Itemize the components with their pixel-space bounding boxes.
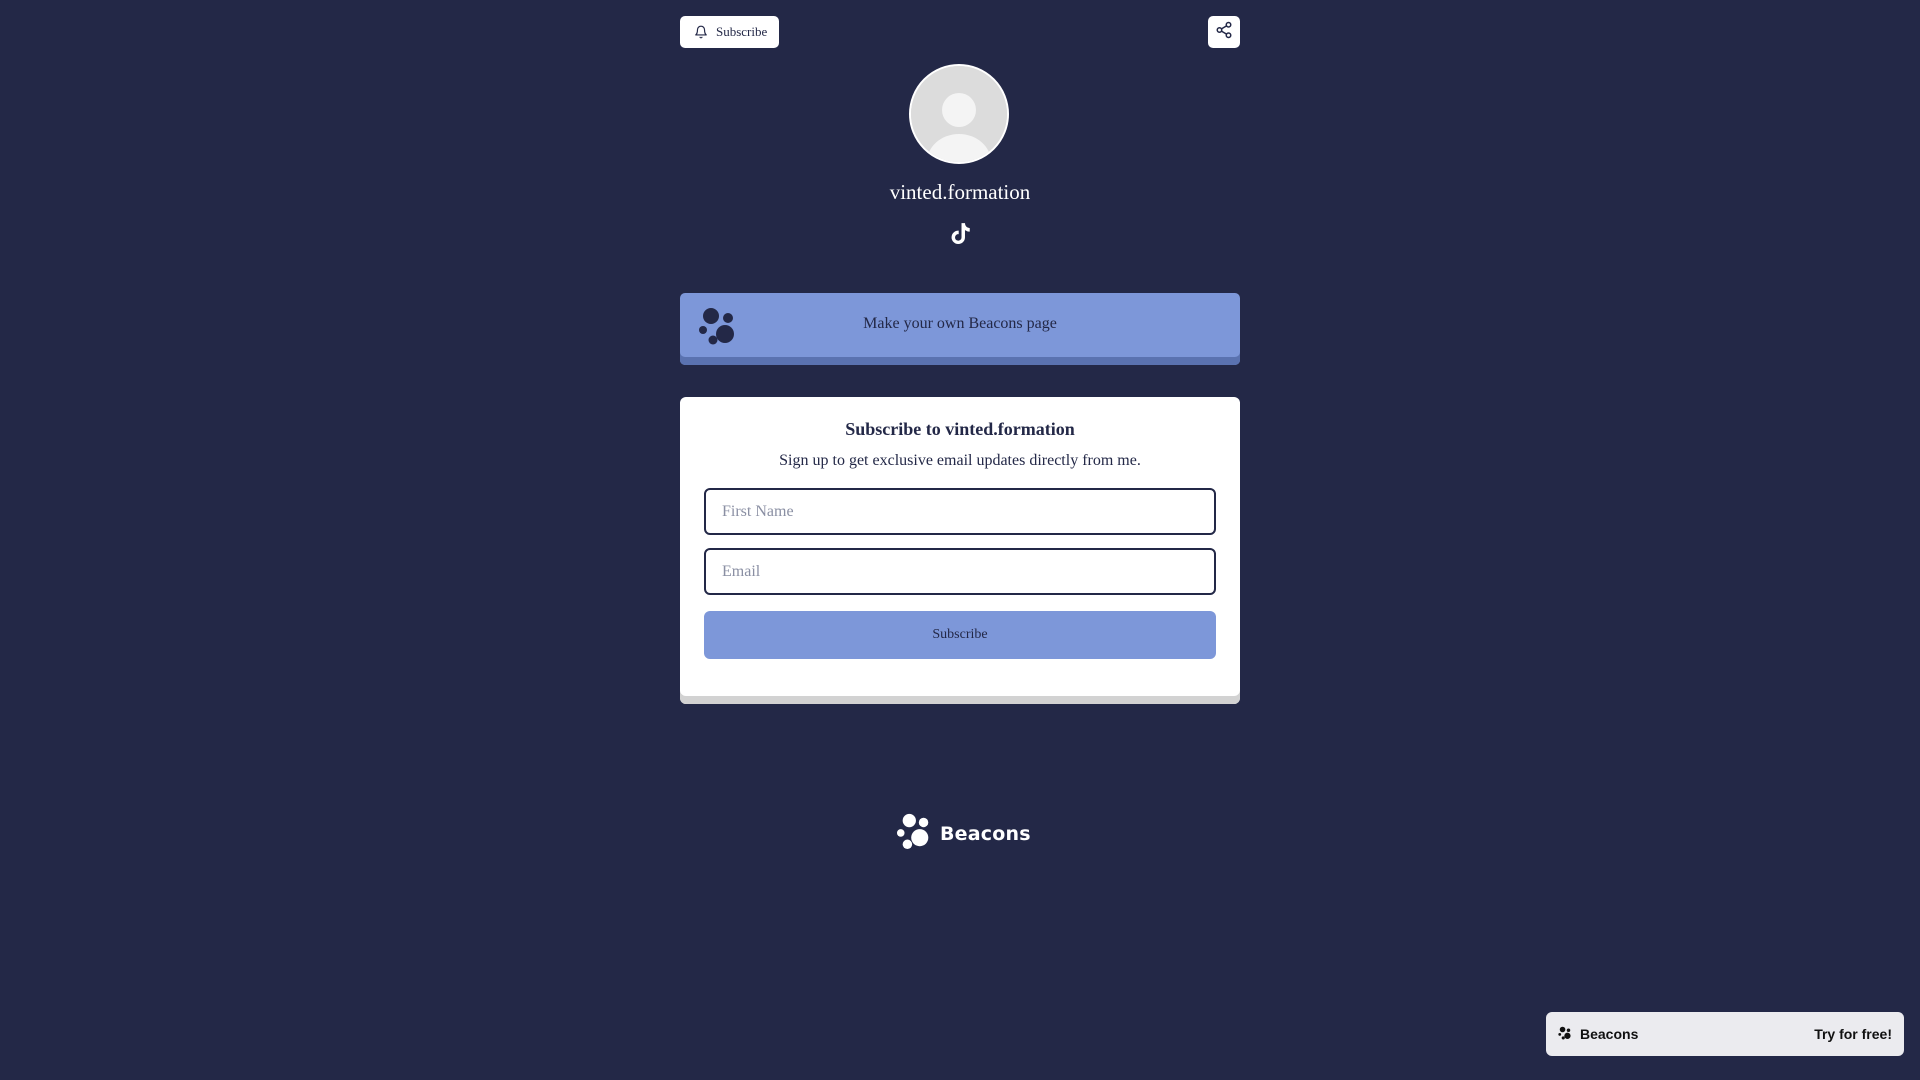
profile-username: vinted.formation: [889, 180, 1031, 204]
page: Subscribe vinted.formation Make your own…: [0, 0, 1920, 1080]
make-beacons-page-button[interactable]: Make your own Beacons page: [680, 293, 1240, 365]
footer-brand-name: Beacons: [940, 822, 1031, 845]
footer-beacons-logo[interactable]: Beacons: [896, 812, 1031, 855]
try-for-free-link[interactable]: Try for free!: [1814, 1026, 1892, 1042]
avatar: [909, 64, 1009, 164]
subscribe-submit-button[interactable]: Subscribe: [704, 611, 1216, 659]
bell-icon: [694, 25, 708, 39]
subscribe-card-description: Sign up to get exclusive email updates d…: [779, 452, 1141, 469]
header-subscribe-label: Subscribe: [716, 24, 768, 39]
email-input[interactable]: [704, 548, 1216, 595]
subscribe-card: Subscribe to vinted.formation Sign up to…: [680, 397, 1240, 704]
promo-brand-label: Beacons: [1580, 1026, 1639, 1042]
subscribe-card-title: Subscribe to vinted.formation: [845, 419, 1075, 439]
beacons-promo-bar[interactable]: Beacons Try for free!: [1546, 1012, 1904, 1056]
tiktok-icon[interactable]: [947, 220, 973, 248]
share-icon: [1215, 21, 1233, 44]
beacons-logo-icon: [1558, 1026, 1572, 1043]
make-beacons-page-label: Make your own Beacons page: [863, 315, 1057, 332]
promo-brand: Beacons: [1558, 1026, 1638, 1043]
beacons-logo-icon: [896, 812, 934, 855]
share-button[interactable]: [1208, 16, 1240, 48]
first-name-input[interactable]: [704, 488, 1216, 535]
header-subscribe-button[interactable]: Subscribe: [680, 16, 780, 48]
user-placeholder-icon: [911, 66, 1007, 162]
